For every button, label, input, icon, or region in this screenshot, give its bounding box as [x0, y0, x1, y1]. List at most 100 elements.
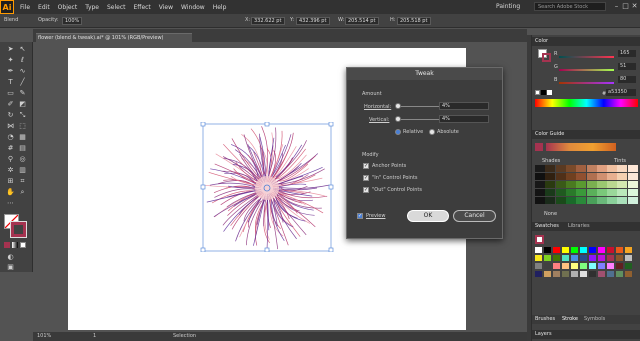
anchor-points-checkbox[interactable]: ✓	[363, 163, 369, 169]
swatch[interactable]	[598, 255, 605, 261]
swatch[interactable]	[553, 271, 560, 277]
base-color-swatch[interactable]	[535, 143, 543, 151]
swatch[interactable]	[580, 255, 587, 261]
menu-select[interactable]: Select	[107, 4, 126, 11]
swatch[interactable]	[616, 255, 623, 261]
swatch[interactable]	[544, 263, 551, 269]
color-guide-swatch[interactable]	[555, 197, 566, 204]
swatch[interactable]	[571, 263, 578, 269]
hex-value-input[interactable]: a53350	[606, 89, 636, 96]
menu-edit[interactable]: Edit	[38, 4, 50, 11]
y-input[interactable]: 432.396 pt	[296, 17, 330, 25]
swatch[interactable]	[625, 255, 632, 261]
color-guide-swatch[interactable]	[545, 189, 556, 196]
opacity-input[interactable]: 100%	[62, 17, 82, 25]
color-guide-swatch[interactable]	[617, 165, 628, 172]
rectangle-tool-icon[interactable]: ▭	[5, 88, 16, 98]
color-guide-swatch[interactable]	[586, 189, 597, 196]
none-mode-icon[interactable]	[20, 242, 26, 248]
out-control-points-checkbox[interactable]: ✓	[363, 187, 369, 193]
tab-libraries[interactable]: Libraries	[568, 223, 590, 229]
swatch[interactable]	[607, 263, 614, 269]
minimize-icon[interactable]: –	[612, 1, 621, 12]
maximize-icon[interactable]: □	[621, 1, 630, 12]
gradient-mode-icon[interactable]	[12, 242, 18, 248]
paintbrush-tool-icon[interactable]: ✎	[17, 88, 28, 98]
swatch[interactable]	[616, 263, 623, 269]
anchor-points-label[interactable]: Anchor Points	[372, 163, 406, 169]
color-guide-swatch[interactable]	[586, 181, 597, 188]
absolute-label[interactable]: Absolute	[437, 129, 459, 135]
color-guide-swatch[interactable]	[535, 189, 545, 196]
swatch[interactable]	[562, 255, 569, 261]
search-stock-input[interactable]: Search Adobe Stock	[534, 2, 606, 11]
swatch[interactable]	[580, 271, 587, 277]
color-guide-swatch[interactable]	[555, 165, 566, 172]
w-input[interactable]: 205.514 pt	[345, 17, 379, 25]
edit-toolbar-icon[interactable]: ⋯	[5, 198, 16, 208]
menu-file[interactable]: File	[20, 4, 30, 11]
g-slider[interactable]	[559, 69, 614, 71]
swatch[interactable]	[625, 263, 632, 269]
relative-label[interactable]: Relative	[403, 129, 423, 135]
tab-color[interactable]: Color	[532, 37, 640, 46]
color-guide-swatch[interactable]	[596, 189, 607, 196]
lasso-tool-icon[interactable]: ℓ	[17, 55, 28, 65]
b-value[interactable]: 80	[618, 76, 636, 83]
color-guide-swatch[interactable]	[576, 197, 587, 204]
color-guide-swatch[interactable]	[535, 173, 545, 180]
color-guide-swatch[interactable]	[627, 189, 638, 196]
color-guide-swatch[interactable]	[627, 197, 638, 204]
type-tool-icon[interactable]: T	[5, 77, 16, 87]
tab-symbols[interactable]: Symbols	[584, 316, 605, 322]
color-guide-swatch[interactable]	[555, 181, 566, 188]
magic-wand-tool-icon[interactable]: ✦	[5, 55, 16, 65]
shaper-tool-icon[interactable]: ✐	[5, 99, 16, 109]
swatch[interactable]	[544, 255, 551, 261]
swatch[interactable]	[571, 255, 578, 261]
rotate-tool-icon[interactable]: ↻	[5, 110, 16, 120]
swatch[interactable]	[553, 255, 560, 261]
swatch[interactable]	[598, 263, 605, 269]
menu-type[interactable]: Type	[85, 4, 99, 11]
color-spectrum[interactable]	[535, 99, 638, 107]
swatch[interactable]	[625, 247, 632, 253]
color-guide-swatch[interactable]	[596, 165, 607, 172]
color-guide-swatch[interactable]	[617, 189, 628, 196]
hand-tool-icon[interactable]: ✋	[5, 187, 16, 197]
color-guide-swatch[interactable]	[586, 173, 597, 180]
zoom-level[interactable]: 101%	[37, 333, 51, 339]
color-stroke-swatch[interactable]	[542, 53, 551, 62]
color-guide-swatch[interactable]	[545, 197, 556, 204]
document-tab[interactable]: flower (blend & tweak).ai* @ 101% (RGB/P…	[36, 33, 192, 42]
swatch[interactable]	[544, 271, 551, 277]
swatch[interactable]	[553, 263, 560, 269]
color-guide-swatch[interactable]	[607, 197, 618, 204]
swatch[interactable]	[616, 247, 623, 253]
color-guide-swatch[interactable]	[555, 173, 566, 180]
pen-tool-icon[interactable]: ✒	[5, 66, 16, 76]
slice-tool-icon[interactable]: ⌗	[17, 176, 28, 186]
out-control-points-label[interactable]: "Out" Control Points	[372, 187, 422, 193]
vertical-slider-knob[interactable]	[395, 116, 401, 122]
color-guide-swatch[interactable]	[535, 165, 545, 172]
none-color-icon[interactable]	[535, 90, 540, 95]
tab-color-guide[interactable]: Color Guide	[532, 130, 640, 139]
swatch[interactable]	[553, 247, 560, 253]
menu-window[interactable]: Window	[181, 4, 205, 11]
color-guide-swatch[interactable]	[565, 173, 576, 180]
flower-artwork[interactable]	[200, 122, 336, 252]
color-guide-swatch[interactable]	[596, 197, 607, 204]
swatch[interactable]	[535, 263, 542, 269]
swatch[interactable]	[535, 247, 542, 253]
black-color-icon[interactable]	[541, 90, 546, 95]
in-control-points-label[interactable]: "In" Control Points	[372, 175, 418, 181]
swatch[interactable]	[607, 255, 614, 261]
color-guide-swatch[interactable]	[617, 197, 628, 204]
h-input[interactable]: 205.518 pt	[397, 17, 431, 25]
line-tool-icon[interactable]: ╱	[17, 77, 28, 87]
color-guide-swatch[interactable]	[535, 181, 545, 188]
color-guide-swatch[interactable]	[586, 165, 597, 172]
swatch[interactable]	[571, 247, 578, 253]
swatch[interactable]	[589, 263, 596, 269]
